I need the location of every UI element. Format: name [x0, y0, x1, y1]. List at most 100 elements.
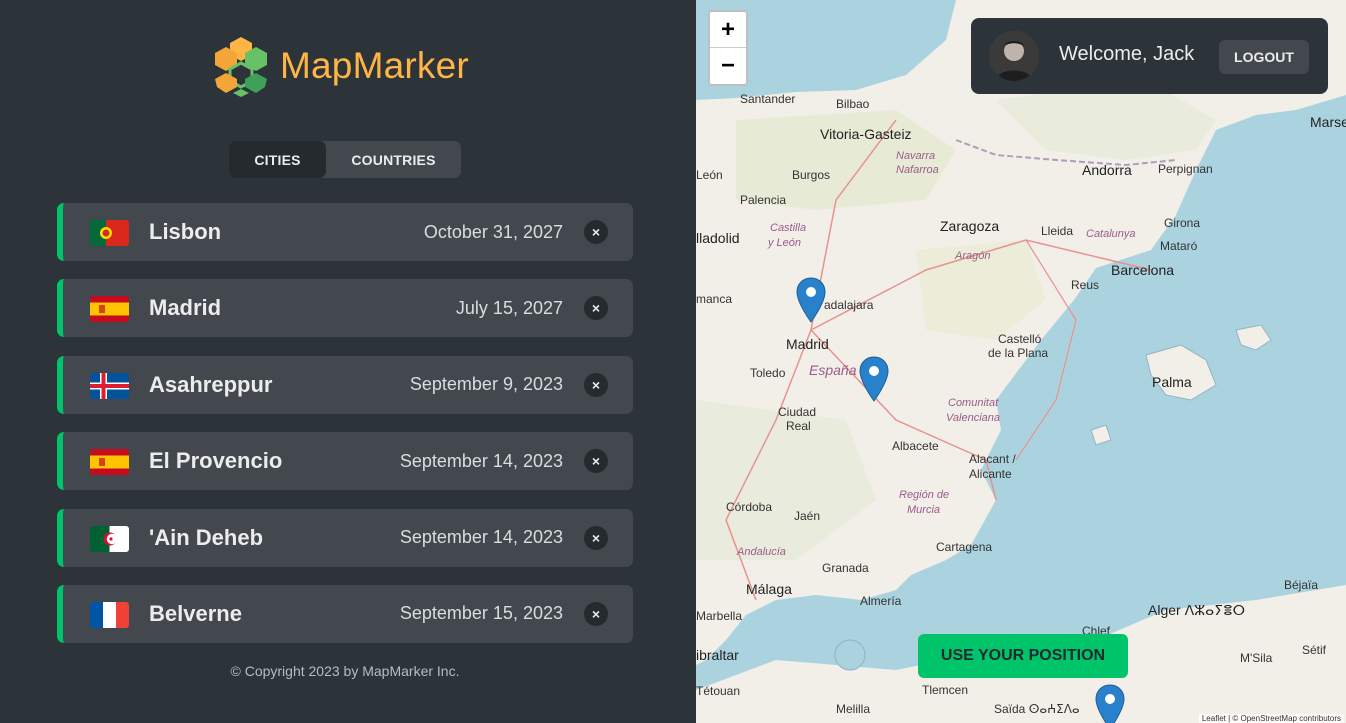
- map-label-almeria: Almería: [860, 594, 902, 608]
- map-label-alacant: Alacant /: [969, 452, 1016, 466]
- portugal-flag-icon: [90, 220, 129, 246]
- spain-flag-icon: [90, 296, 129, 323]
- map-label-valladolid: lladolid: [696, 230, 740, 246]
- delete-city-button[interactable]: ×: [584, 525, 608, 550]
- city-item-madrid[interactable]: Madrid July 15, 2027 ×: [57, 279, 633, 338]
- map-marker-icon[interactable]: [859, 356, 889, 402]
- map-label-reus: Reus: [1071, 278, 1100, 292]
- zoom-control: + −: [708, 10, 748, 86]
- map-label-zaragoza: Zaragoza: [940, 218, 1000, 234]
- map-label-barcelona: Barcelona: [1111, 262, 1175, 278]
- tab-countries[interactable]: COUNTRIES: [326, 141, 461, 178]
- city-item-asahreppur[interactable]: Asahreppur September 9, 2023 ×: [57, 355, 633, 414]
- map-label-marbella: Marbella: [696, 609, 743, 623]
- map-label-region: Región de: [899, 489, 950, 501]
- map-label-toledo: Toledo: [750, 366, 786, 380]
- iceland-flag-icon: [90, 372, 129, 399]
- map-attribution[interactable]: Leaflet | © OpenStreetMap contributors: [1198, 714, 1344, 723]
- logo[interactable]: MapMarker: [208, 33, 469, 99]
- map-label-vitoria: Vitoria-Gasteiz: [820, 126, 912, 142]
- map-marker-icon[interactable]: [1095, 684, 1125, 723]
- city-item-belverne[interactable]: Belverne September 15, 2023 ×: [57, 584, 633, 643]
- map-label-palma: Palma: [1152, 374, 1192, 390]
- logo-icon: [210, 35, 272, 97]
- map-label-perpignan: Perpignan: [1158, 162, 1213, 176]
- map-label-valenciana: Valenciana: [946, 412, 1001, 424]
- map-label-girona: Girona: [1164, 216, 1201, 230]
- zoom-in-button[interactable]: +: [710, 12, 746, 48]
- city-list: Lisbon October 31, 2027 × Madrid July 15…: [57, 203, 633, 661]
- map-label-burgos: Burgos: [792, 168, 831, 182]
- map[interactable]: Santander Bilbao Vitoria-Gasteiz Navarra…: [696, 0, 1346, 723]
- map-label-delaplana: de la Plana: [988, 346, 1049, 360]
- map-label-comunitat: Comunitat: [948, 397, 999, 409]
- tab-bar: CITIES COUNTRIES: [229, 141, 461, 178]
- map-marker-icon[interactable]: [796, 277, 826, 323]
- map-label-melilla: Melilla: [836, 702, 871, 716]
- spain-flag-icon: [90, 449, 129, 476]
- map-label-bilbao: Bilbao: [836, 97, 870, 111]
- tab-cities[interactable]: CITIES: [229, 141, 326, 178]
- delete-city-button[interactable]: ×: [584, 601, 608, 626]
- map-label-navarra: Navarra: [896, 150, 936, 162]
- delete-city-button[interactable]: ×: [584, 220, 608, 244]
- city-item-lisbon[interactable]: Lisbon October 31, 2027 ×: [57, 203, 633, 261]
- sidebar: MapMarker CITIES COUNTRIES Lisbon Octobe…: [0, 0, 696, 723]
- city-date: September 14, 2023: [399, 450, 563, 471]
- map-label-murcia: Murcia: [907, 504, 941, 516]
- zoom-out-button[interactable]: −: [710, 48, 746, 84]
- map-label-jaen: Jaén: [794, 509, 821, 523]
- map-label-nafarroa: Nafarroa: [896, 164, 939, 176]
- city-name: El Provencio: [149, 448, 283, 474]
- delete-city-button[interactable]: ×: [584, 296, 608, 321]
- map-label-marseille: Marseil: [1310, 114, 1346, 130]
- map-label-madrid: Madrid: [786, 336, 829, 352]
- city-date: September 9, 2023: [409, 374, 563, 395]
- avatar: [989, 31, 1039, 81]
- copyright: © Copyright 2023 by MapMarker Inc.: [230, 663, 460, 679]
- map-label-manca: manca: [696, 292, 733, 306]
- map-label-msila: M'Sila: [1240, 651, 1273, 665]
- map-label-malaga: Málaga: [746, 581, 792, 597]
- city-date: July 15, 2027: [455, 297, 563, 318]
- map-label-mataro: Mataró: [1160, 239, 1198, 253]
- delete-city-button[interactable]: ×: [584, 449, 608, 474]
- city-item-ain-deheb[interactable]: 'Ain Deheb September 14, 2023 ×: [57, 508, 633, 567]
- map-label-alger: Alger ⴷⵣⴰⵢⴻⵔ: [1148, 602, 1246, 618]
- map-label-aragon: Aragón: [955, 250, 991, 262]
- map-label-ciudad: Ciudad: [778, 405, 817, 419]
- map-label-cartagena: Cartagena: [936, 540, 993, 554]
- map-label-alicante: Alicante: [969, 467, 1012, 481]
- map-label-gibraltar: ibraltar: [696, 647, 739, 663]
- welcome-text: Welcome, Jack: [1059, 43, 1195, 65]
- city-name: Belverne: [149, 600, 242, 626]
- city-name: Lisbon: [149, 219, 222, 244]
- map-label-castilla: Castilla: [770, 222, 807, 234]
- map-label-lleida: Lleida: [1041, 224, 1074, 238]
- use-position-button[interactable]: USE YOUR POSITION: [918, 634, 1128, 678]
- map-label-espana: España: [809, 362, 857, 378]
- city-name: Madrid: [149, 295, 222, 321]
- map-label-tlemcen: Tlemcen: [922, 683, 969, 697]
- map-label-santander: Santander: [740, 92, 796, 106]
- map-label-saida: Saïda ⵙⴰⵄⵉⴷⴰ: [994, 702, 1080, 716]
- map-label-yleon: y León: [768, 237, 802, 249]
- map-label-real: Real: [786, 419, 811, 433]
- logout-button[interactable]: LOGOUT: [1219, 40, 1309, 74]
- map-label-andalucia: Andalucía: [737, 546, 786, 558]
- delete-city-button[interactable]: ×: [584, 372, 608, 397]
- city-date: September 15, 2023: [399, 603, 563, 624]
- city-item-el-provencio[interactable]: El Provencio September 14, 2023 ×: [57, 432, 633, 491]
- map-label-andorra: Andorra: [1082, 162, 1132, 178]
- map-label-guadalajara: adalajara: [824, 298, 874, 312]
- map-label-palencia: Palencia: [740, 193, 787, 207]
- map-label-granada: Granada: [822, 561, 869, 575]
- map-label-catalunya: Catalunya: [1086, 228, 1136, 240]
- map-label-albacete: Albacete: [892, 439, 939, 453]
- map-tiles: [696, 0, 1346, 723]
- map-label-setif: Sétif: [1302, 643, 1327, 657]
- map-label-cordoba: Córdoba: [726, 500, 773, 514]
- city-date: September 14, 2023: [399, 527, 563, 548]
- map-label-castello: Castelló: [998, 332, 1042, 346]
- city-date: October 31, 2027: [423, 221, 563, 242]
